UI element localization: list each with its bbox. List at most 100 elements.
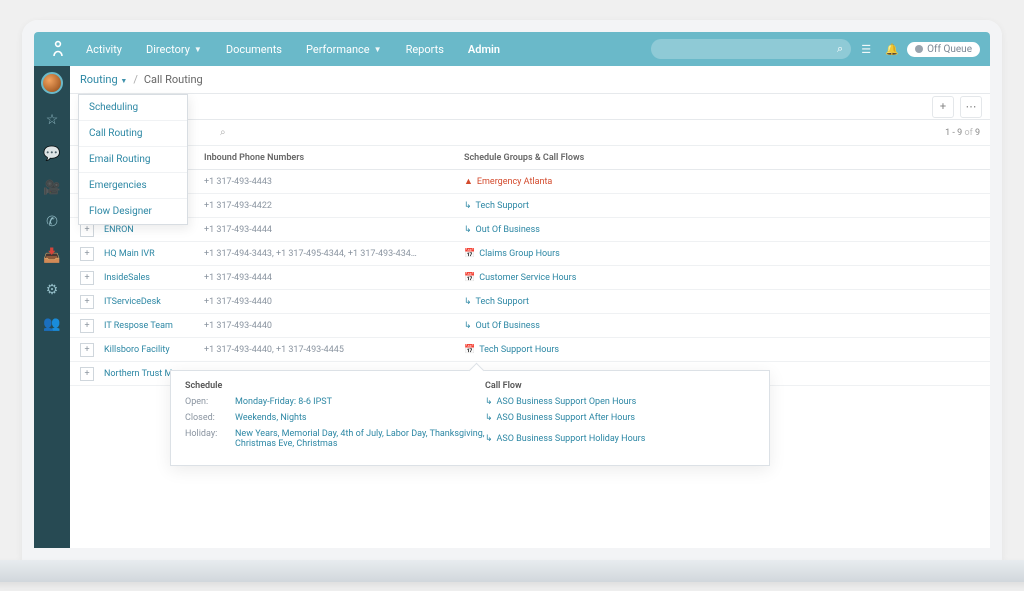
nav-label: Directory (146, 43, 190, 56)
popover-row: Closed:Weekends, Nights↳ASO Business Sup… (185, 413, 755, 423)
row-schedule[interactable]: ↳Tech Support (464, 297, 990, 307)
table-row: +ENRON+1 317-493-4444↳Out Of Business (70, 218, 990, 242)
pop-label: Holiday: (185, 429, 235, 449)
queue-label: Off Queue (927, 44, 972, 55)
search-icon[interactable]: ⌕ (220, 127, 226, 138)
avatar[interactable] (41, 72, 63, 94)
cal-icon: 📅 (464, 249, 475, 259)
nav-documents[interactable]: Documents (216, 37, 292, 62)
table-row: + InsideSales+1 317-493-4444📅Customer Ser… (70, 266, 990, 290)
user-icon[interactable]: ☰ (855, 43, 877, 56)
filter-row: ⌕ 1 - 9 of 9 (70, 120, 990, 146)
bell-icon[interactable]: 🔔 (881, 43, 903, 56)
table-row: +…ter+1 317-493-4443▲Emergency Atlanta (70, 170, 990, 194)
video-icon[interactable]: 🎥 (43, 180, 60, 196)
expand-button[interactable]: + (80, 295, 94, 309)
routing-dropdown: Scheduling Call Routing Email Routing Em… (78, 94, 188, 225)
add-button[interactable]: + (932, 96, 954, 118)
pop-header-schedule: Schedule (185, 381, 485, 391)
queue-toggle[interactable]: Off Queue (907, 42, 980, 57)
cal-icon: 📅 (464, 345, 475, 355)
arrow-icon: ↳ (464, 225, 472, 235)
row-phone: +1 317-493-4440 (204, 321, 464, 331)
arrow-icon: ↳ (464, 201, 472, 211)
users-icon[interactable]: 👥 (43, 316, 60, 332)
row-name[interactable]: IT Respose Team (104, 321, 204, 331)
row-schedule[interactable]: 📅Claims Group Hours (464, 249, 990, 259)
breadcrumb: Routing ▼ / Call Routing (70, 66, 990, 94)
toolbar: + ⋯ (70, 94, 990, 120)
table-row: + HQ Main IVR+1 317-494-3443, +1 317-495-… (70, 242, 990, 266)
row-schedule[interactable]: ↳Tech Support (464, 201, 990, 211)
nav-activity[interactable]: Activity (76, 37, 132, 62)
breadcrumb-root[interactable]: Routing ▼ (80, 73, 127, 86)
pop-value[interactable]: New Years, Memorial Day, 4th of July, La… (235, 429, 485, 449)
row-phone: +1 317-493-4444 (204, 273, 464, 283)
search-input[interactable]: ⌕ (651, 39, 851, 59)
pop-value[interactable]: Weekends, Nights (235, 413, 485, 423)
row-phone: +1 317-494-3443, +1 317-495-4344, +1 317… (204, 249, 464, 259)
triangle-icon: ▲ (464, 176, 473, 187)
row-schedule[interactable]: ↳Out Of Business (464, 225, 990, 235)
pop-flow[interactable]: ↳ASO Business Support Open Hours (485, 397, 755, 407)
arrow-icon: ↳ (485, 413, 493, 423)
expand-button[interactable]: + (80, 343, 94, 357)
row-schedule[interactable]: ↳Out Of Business (464, 321, 990, 331)
phone-icon[interactable]: ✆ (46, 214, 58, 230)
chevron-down-icon: ▼ (194, 45, 202, 54)
pop-label: Open: (185, 397, 235, 407)
arrow-icon: ↳ (485, 397, 493, 407)
chevron-down-icon: ▼ (120, 77, 127, 85)
dropdown-item-scheduling[interactable]: Scheduling (79, 95, 187, 121)
dropdown-item-emergencies[interactable]: Emergencies (79, 173, 187, 199)
row-phone: +1 317-493-4440, +1 317-493-4445 (204, 345, 464, 355)
table-row: +ITServiceDesk+1 317-493-4440↳Tech Suppo… (70, 290, 990, 314)
table-headers: Inbound Phone Numbers Schedule Groups & … (70, 146, 990, 170)
search-icon: ⌕ (837, 42, 843, 56)
row-phone: +1 317-493-4422 (204, 201, 464, 211)
table-row: + Killsboro Facility+1 317-493-4440, +1 3… (70, 338, 990, 362)
nav-label: Reports (406, 43, 444, 56)
pop-header-callflow: Call Flow (485, 381, 755, 391)
nav-directory[interactable]: Directory ▼ (136, 37, 212, 62)
row-name[interactable]: ENRON (104, 225, 204, 235)
nav-reports[interactable]: Reports (396, 37, 454, 62)
star-icon[interactable]: ☆ (46, 112, 59, 128)
pop-flow[interactable]: ↳ASO Business Support After Hours (485, 413, 755, 423)
status-dot-icon (915, 45, 923, 53)
expand-button[interactable]: + (80, 247, 94, 261)
nav-label: Activity (86, 43, 122, 56)
gear-icon[interactable]: ⚙ (46, 282, 59, 298)
table-body: +…ter+1 317-493-4443▲Emergency Atlanta+…… (70, 170, 990, 386)
more-button[interactable]: ⋯ (960, 96, 982, 118)
dropdown-item-email-routing[interactable]: Email Routing (79, 147, 187, 173)
nav-performance[interactable]: Performance▼ (296, 37, 392, 62)
arrow-icon: ↳ (485, 434, 493, 444)
table-row: + IT Respose Team+1 317-493-4440↳Out Of B… (70, 314, 990, 338)
row-name[interactable]: ITServiceDesk (104, 297, 204, 307)
nav-label: Documents (226, 43, 282, 56)
pop-value[interactable]: Monday-Friday: 8-6 IPST (235, 397, 485, 407)
app-logo-icon (44, 40, 72, 58)
dropdown-item-flow-designer[interactable]: Flow Designer (79, 199, 187, 224)
row-name[interactable]: HQ Main IVR (104, 249, 204, 259)
dropdown-item-call-routing[interactable]: Call Routing (79, 121, 187, 147)
top-nav: Activity Directory ▼ Documents Performanc… (34, 32, 990, 66)
row-schedule[interactable]: 📅Tech Support Hours (464, 345, 990, 355)
nav-admin[interactable]: Admin (458, 37, 510, 62)
chat-icon[interactable]: 💬 (43, 146, 60, 162)
col-sched: Schedule Groups & Call Flows (464, 153, 990, 163)
row-schedule[interactable]: ▲Emergency Atlanta (464, 176, 990, 187)
row-name[interactable]: InsideSales (104, 273, 204, 283)
schedule-popover: Schedule Call Flow Open:Monday-Friday: 8… (170, 370, 770, 466)
expand-button[interactable]: + (80, 271, 94, 285)
sidebar: ☆ 💬 🎥 ✆ 📥 ⚙ 👥 (34, 66, 70, 548)
inbox-icon[interactable]: 📥 (43, 248, 60, 264)
expand-button[interactable]: + (80, 367, 94, 381)
page-info: 1 - 9 of 9 (945, 128, 980, 138)
row-schedule[interactable]: 📅Customer Service Hours (464, 273, 990, 283)
pop-flow[interactable]: ↳ASO Business Support Holiday Hours (485, 429, 755, 449)
row-name[interactable]: Killsboro Facility (104, 345, 204, 355)
cal-icon: 📅 (464, 273, 475, 283)
expand-button[interactable]: + (80, 319, 94, 333)
